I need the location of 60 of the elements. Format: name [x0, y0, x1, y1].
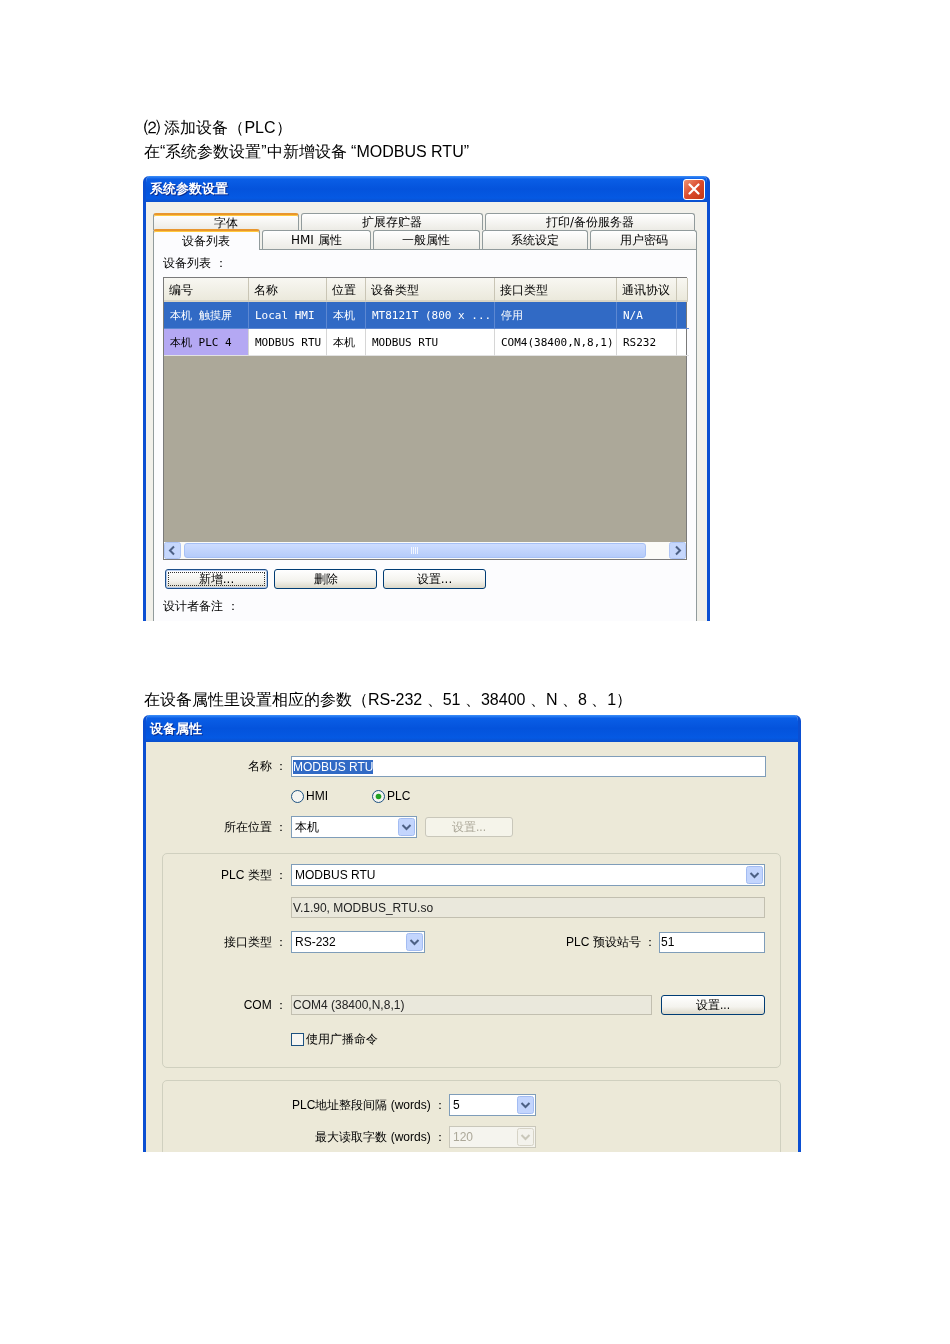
- column-header[interactable]: 名称: [249, 278, 327, 302]
- grip-icon: [411, 547, 419, 554]
- column-header[interactable]: 通讯协议: [617, 278, 677, 302]
- field-label: COM ：: [242, 996, 287, 1014]
- tab[interactable]: 一般属性: [373, 230, 480, 249]
- tab[interactable]: 用户密码: [590, 230, 697, 249]
- dropdown[interactable]: 本机: [291, 816, 417, 838]
- chevron-down-icon: [406, 933, 423, 951]
- table-row[interactable]: 本机 PLC 4 MODBUS RTU 本机 MODBUS RTU COM4(38400,N,8,1) RS232: [164, 329, 686, 356]
- radio-option[interactable]: HMI: [291, 789, 328, 803]
- field-label: 名称 ：: [246, 758, 287, 775]
- tab[interactable]: 打印/备份服务器: [484, 213, 695, 230]
- dialog-button[interactable]: 新增...: [165, 569, 268, 589]
- window-title: 设备属性: [150, 719, 202, 738]
- table-cell: 本机 触摸屏: [164, 302, 249, 329]
- read-only-field: V.1.90, MODBUS_RTU.so: [291, 897, 765, 918]
- field-label: 最大读取字数 (words) ：: [314, 1128, 446, 1146]
- dialog-button[interactable]: 设置...: [383, 569, 486, 589]
- instruction-text: 在“系统参数设置”中新增设备 “MODBUS RTU”: [143, 142, 470, 162]
- chevron-right-icon[interactable]: [669, 542, 686, 559]
- field-label: PLC 预设站号 ：: [566, 933, 656, 951]
- read-only-field: COM4 (38400,N,8,1): [291, 995, 652, 1015]
- chevron-down-icon: [398, 818, 415, 836]
- chevron-left-icon[interactable]: [164, 542, 181, 559]
- field-label: PLC 类型 ：: [220, 866, 287, 884]
- dropdown[interactable]: 5: [449, 1094, 536, 1116]
- tab[interactable]: HMI 属性: [261, 230, 372, 249]
- chevron-down-icon: [746, 866, 763, 884]
- dialog-button[interactable]: 删除: [274, 569, 377, 589]
- tab[interactable]: 字体: [153, 213, 299, 230]
- horizontal-scrollbar[interactable]: [164, 542, 686, 559]
- radio-option[interactable]: PLC: [372, 789, 411, 803]
- window-title: 系统参数设置: [150, 180, 228, 198]
- scrollbar-thumb[interactable]: [184, 543, 646, 558]
- column-header[interactable]: 编号: [164, 278, 249, 302]
- section-heading: ⑵ 添加设备（PLC）: [143, 118, 292, 138]
- text-input[interactable]: MODBUS RTU: [291, 756, 766, 777]
- dropdown[interactable]: RS-232: [291, 931, 425, 953]
- chevron-down-icon: [517, 1096, 534, 1114]
- column-header[interactable]: 接口类型: [495, 278, 617, 302]
- checkbox-option[interactable]: 使用广播命令: [291, 1031, 378, 1048]
- close-icon: [688, 183, 700, 195]
- tab[interactable]: 系统设定: [481, 230, 589, 249]
- table-row[interactable]: 本机 触摸屏 Local HMI 本机 MT8121T (800 x ... 停用 N/A: [164, 302, 686, 329]
- close-button[interactable]: [683, 178, 705, 200]
- instruction-text: 在设备属性里设置相应的参数（RS-232 、51 、38400 、N 、8 、1）: [143, 690, 633, 710]
- tab[interactable]: 设备列表: [153, 229, 260, 250]
- field-label: 所在位置 ：: [222, 818, 287, 836]
- field-label: 设备列表 ：: [163, 256, 227, 271]
- table-cell: 本机 PLC 4: [164, 329, 249, 356]
- chevron-down-icon: [517, 1128, 534, 1146]
- field-label: 设计者备注 ：: [163, 599, 239, 614]
- column-header[interactable]: 设备类型: [366, 278, 495, 302]
- dropdown[interactable]: MODBUS RTU: [291, 864, 765, 886]
- text-input[interactable]: 51: [659, 931, 765, 953]
- dialog-button[interactable]: 设置...: [661, 995, 765, 1015]
- column-header[interactable]: 位置: [327, 278, 366, 302]
- field-label: PLC地址整段间隔 (words) ：: [291, 1096, 446, 1114]
- field-label: 接口类型 ：: [222, 933, 287, 951]
- tab[interactable]: 扩展存贮器: [301, 213, 483, 230]
